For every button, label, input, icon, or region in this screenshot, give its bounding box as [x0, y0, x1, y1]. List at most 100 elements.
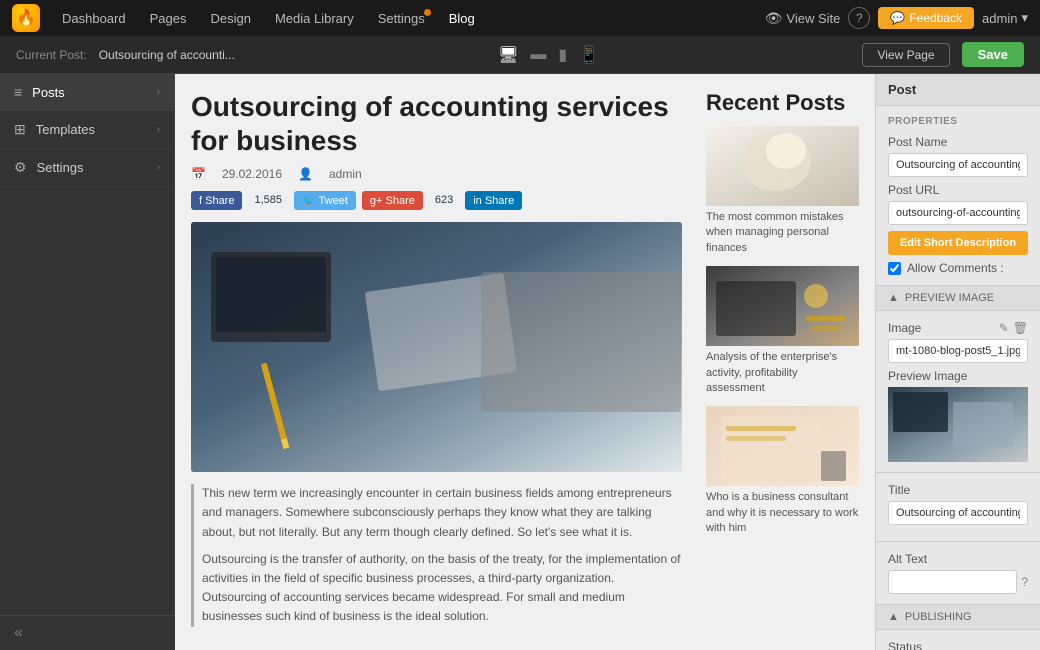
status-section: Status [876, 630, 1040, 650]
recent-post-item-3: Who is a business consultant and why it … [706, 406, 859, 536]
sidebar-item-settings[interactable]: ⚙ Settings › [0, 149, 174, 187]
view-page-button[interactable]: View Page [862, 43, 949, 67]
preview-image-label: Preview Image [888, 369, 1028, 383]
settings-notification-dot [424, 9, 431, 16]
mobile-icon[interactable]: 📱 [579, 45, 599, 65]
sidebar: ≡ Posts › ⊞ Templates › ⚙ Settings › [0, 74, 175, 615]
image-section: Image ✎ 🗑 Preview Image [876, 311, 1040, 473]
googleplus-count: 623 [429, 191, 459, 210]
post-name-label: Post Name [888, 135, 1028, 149]
collapse-icon: « [14, 624, 23, 641]
chevron-right-icon-settings: › [157, 162, 160, 173]
image-filename-input[interactable] [888, 339, 1028, 363]
recent-post-image-2 [706, 266, 859, 346]
recent-post-item-1: The most common mistakes when managing p… [706, 126, 859, 256]
post-featured-image [191, 222, 682, 472]
post-url-input[interactable] [888, 201, 1028, 225]
feedback-button[interactable]: 💬 Feedback [878, 7, 974, 29]
recent-post-desc-3: Who is a business consultant and why it … [706, 490, 859, 536]
device-selector: 🖥 ▬ ▮ 📱 [498, 45, 599, 65]
social-share-bar: f Share 1,585 🐦 Tweet g+ Share 623 in Sh… [191, 191, 682, 210]
post-title: Outsourcing of accounting services for b… [191, 90, 682, 157]
googleplus-share-button[interactable]: g+ Share [362, 191, 423, 210]
nav-item-media-library[interactable]: Media Library [265, 7, 364, 30]
allow-comments-label: Allow Comments : [907, 261, 1004, 275]
alt-text-input[interactable] [888, 570, 1017, 594]
post-main-column: Outsourcing of accounting services for b… [191, 90, 682, 635]
nav-item-dashboard[interactable]: Dashboard [52, 7, 136, 30]
nav-item-blog[interactable]: Blog [439, 7, 485, 30]
recent-post-desc-2: Analysis of the enterprise's activity, p… [706, 350, 859, 396]
post-body: This new term we increasingly encounter … [191, 484, 682, 626]
help-button[interactable]: ? [848, 7, 870, 29]
view-site-button[interactable]: 👁 View Site [765, 10, 841, 27]
save-button[interactable]: Save [962, 42, 1024, 67]
top-navigation: 🔥 Dashboard Pages Design Media Library S… [0, 0, 1040, 36]
allow-comments-row: Allow Comments : [888, 261, 1028, 275]
alt-text-section: Alt Text ? [876, 542, 1040, 605]
post-body-paragraph-2: Outsourcing is the transfer of authority… [202, 550, 682, 627]
logo: 🔥 [12, 4, 40, 32]
secondary-bar: Current Post: Outsourcing of accounti...… [0, 36, 1040, 74]
recent-post-desc-1: The most common mistakes when managing p… [706, 210, 859, 256]
nav-item-design[interactable]: Design [200, 7, 260, 30]
recent-post-image-1 [706, 126, 859, 206]
post-body-paragraph-1: This new term we increasingly encounter … [202, 484, 682, 542]
recent-post-item-2: Analysis of the enterprise's activity, p… [706, 266, 859, 396]
image-label-row: Image ✎ 🗑 [888, 321, 1028, 335]
nav-item-settings[interactable]: Settings [368, 7, 435, 30]
two-column-layout: Outsourcing of accounting services for b… [191, 90, 859, 635]
user-icon: 👤 [298, 167, 313, 181]
title-input[interactable] [888, 501, 1028, 525]
settings-icon: ⚙ [14, 159, 27, 176]
linkedin-share-button[interactable]: in Share [465, 191, 522, 210]
content-area: Outsourcing of accounting services for b… [175, 74, 875, 650]
tablet-portrait-icon[interactable]: ▮ [558, 45, 567, 65]
chevron-right-icon: › [157, 87, 160, 98]
current-post-label: Current Post: [16, 48, 87, 62]
alt-text-help-icon[interactable]: ? [1021, 575, 1028, 589]
edit-short-description-button[interactable]: Edit Short Description [888, 231, 1028, 255]
twitter-share-button[interactable]: 🐦 Tweet [294, 191, 356, 210]
feedback-icon: 💬 [890, 11, 905, 25]
recent-posts-title: Recent Posts [706, 90, 859, 116]
post-date: 29.02.2016 [222, 167, 282, 181]
main-layout: ≡ Posts › ⊞ Templates › ⚙ Settings › [0, 74, 1040, 650]
chevron-right-icon-templates: › [157, 124, 160, 135]
facebook-share-button[interactable]: f Share [191, 191, 242, 210]
title-section: Title [876, 473, 1040, 542]
properties-section: PROPERTIES Post Name Post URL Edit Short… [876, 106, 1040, 286]
facebook-count: 1,585 [248, 191, 288, 210]
preview-image-section-label: PREVIEW IMAGE [905, 292, 994, 304]
panel-title: Post [876, 74, 1040, 106]
publishing-section-label: PUBLISHING [905, 611, 972, 623]
publishing-collapse[interactable]: ▲ PUBLISHING [876, 605, 1040, 630]
preview-image-collapse[interactable]: ▲ PREVIEW IMAGE [876, 286, 1040, 311]
post-name-input[interactable] [888, 153, 1028, 177]
allow-comments-checkbox[interactable] [888, 262, 901, 275]
desktop-icon[interactable]: 🖥 [498, 45, 518, 65]
title-label: Title [888, 483, 1028, 497]
properties-header: PROPERTIES [888, 116, 1028, 127]
chevron-down-icon: ▾ [1021, 10, 1028, 26]
edit-image-icon[interactable]: ✎ [999, 321, 1009, 335]
delete-image-icon[interactable]: 🗑 [1013, 321, 1028, 335]
templates-icon: ⊞ [14, 121, 26, 138]
admin-menu-button[interactable]: admin ▾ [982, 10, 1028, 26]
post-meta: 📅 29.02.2016 👤 admin [191, 167, 682, 181]
publishing-arrow-icon: ▲ [888, 611, 899, 623]
recent-post-image-3 [706, 406, 859, 486]
sidebar-item-posts[interactable]: ≡ Posts › [0, 74, 174, 111]
collapse-arrow-icon: ▲ [888, 292, 899, 304]
right-panel: Post PROPERTIES Post Name Post URL Edit … [875, 74, 1040, 650]
tablet-landscape-icon[interactable]: ▬ [530, 46, 546, 64]
current-post-name: Outsourcing of accounti... [99, 48, 235, 62]
nav-item-pages[interactable]: Pages [140, 7, 197, 30]
calendar-icon: 📅 [191, 167, 206, 181]
alt-text-label: Alt Text [888, 552, 1028, 566]
nav-right-actions: 👁 View Site ? 💬 Feedback admin ▾ [765, 7, 1028, 29]
preview-image-thumbnail [888, 387, 1028, 462]
sidebar-collapse-button[interactable]: « [0, 615, 175, 650]
sidebar-item-templates[interactable]: ⊞ Templates › [0, 111, 174, 149]
post-author: admin [329, 167, 362, 181]
